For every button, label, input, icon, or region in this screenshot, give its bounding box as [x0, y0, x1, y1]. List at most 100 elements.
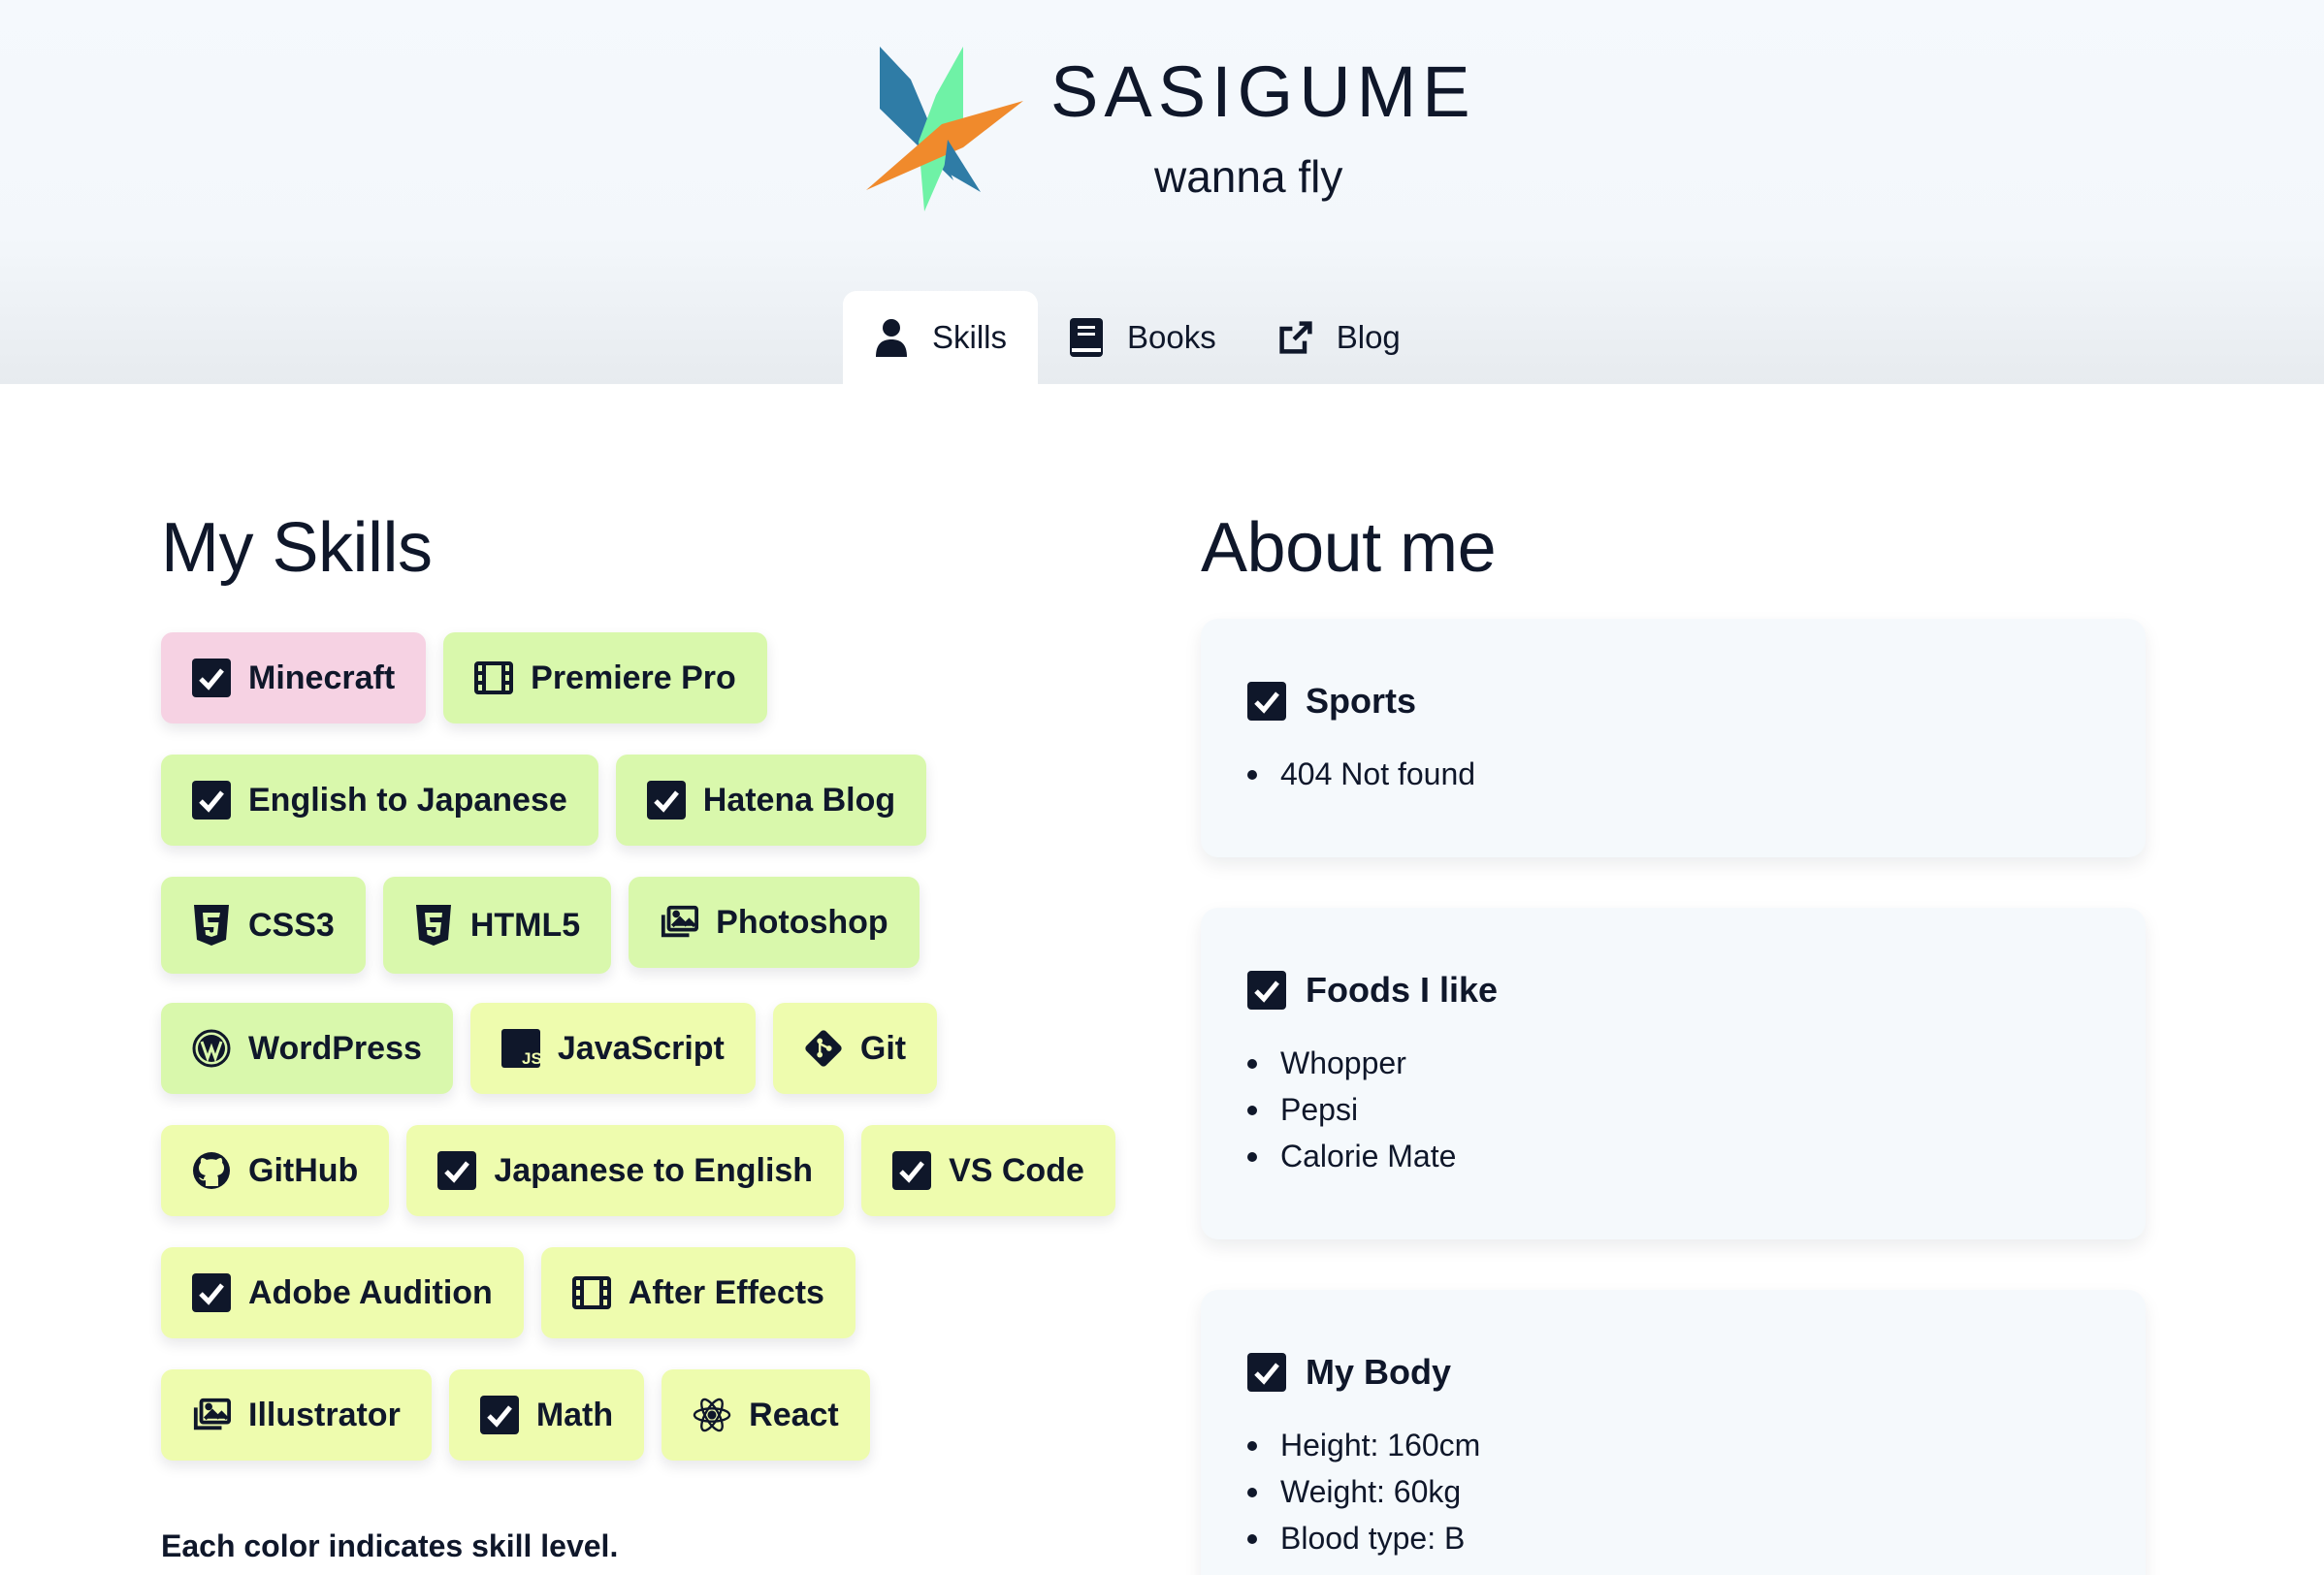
skill-chip-css3[interactable]: CSS3: [161, 877, 366, 974]
skill-chip-japanese-to-english[interactable]: Japanese to English: [406, 1125, 845, 1216]
skills-heading: My Skills: [161, 509, 433, 587]
skill-label: Illustrator: [248, 1396, 401, 1433]
nav-tab-skills[interactable]: Skills: [843, 291, 1039, 384]
logo-icon: [866, 47, 1023, 211]
skill-chip-photoshop[interactable]: Photoshop: [629, 877, 920, 968]
svg-text:JS: JS: [522, 1049, 540, 1068]
github-icon: [192, 1151, 231, 1190]
skill-chip-vs-code[interactable]: VS Code: [861, 1125, 1115, 1216]
checkbox-icon: [892, 1151, 932, 1190]
wordpress-icon: [192, 1029, 231, 1068]
skill-chip-git[interactable]: Git: [772, 1003, 938, 1094]
skill-label: CSS3: [248, 906, 335, 944]
card-title: My Body: [1247, 1352, 2099, 1393]
skill-label: Minecraft: [248, 659, 396, 696]
film-icon: [571, 1273, 611, 1312]
skill-row: Illustrator Math React: [161, 1369, 1092, 1462]
skill-chip-javascript[interactable]: JS JavaScript: [469, 1003, 756, 1094]
main-nav: Skills Books Blog: [843, 291, 1432, 384]
skill-row: WordPress JS JavaScript Git: [161, 1003, 1092, 1096]
skill-chip-english-to-japanese[interactable]: English to Japanese: [161, 755, 598, 846]
javascript-icon: JS: [500, 1029, 540, 1068]
list-item: Whopper: [1247, 1040, 2099, 1086]
about-heading: About me: [1201, 509, 1497, 587]
skill-label: Git: [859, 1029, 907, 1067]
card-title: Sports: [1247, 681, 2099, 722]
html5-icon: [414, 905, 453, 946]
checkbox-icon: [437, 1151, 477, 1190]
checkbox-icon: [192, 659, 231, 697]
nav-tab-blog[interactable]: Blog: [1247, 291, 1432, 384]
checkbox-icon: [192, 1273, 231, 1312]
skill-row: CSS3 HTML5 Photoshop: [161, 877, 1092, 974]
skill-label: WordPress: [248, 1029, 422, 1067]
skill-chip-after-effects[interactable]: After Effects: [540, 1247, 855, 1338]
list-item: Height: 160cm: [1247, 1422, 2099, 1468]
skill-label: HTML5: [469, 906, 581, 944]
skill-label: Premiere Pro: [531, 659, 736, 696]
site-title[interactable]: SASIGUME: [1050, 50, 1476, 133]
film-icon: [474, 659, 514, 697]
card-title-text: My Body: [1306, 1352, 1452, 1392]
checkbox-icon: [192, 781, 231, 820]
images-icon: [192, 1396, 231, 1434]
skill-chip-hatena-blog[interactable]: Hatena Blog: [615, 755, 927, 846]
skill-label: JavaScript: [557, 1029, 725, 1067]
about-card-sports: Sports 404 Not found: [1201, 619, 2146, 857]
skill-row: GitHub Japanese to English VS Code: [161, 1125, 1115, 1218]
skill-chip-react[interactable]: React: [662, 1369, 870, 1461]
card-list: 404 Not found: [1247, 751, 2099, 797]
git-icon: [804, 1029, 843, 1068]
card-title: Foods I like: [1247, 970, 2099, 1011]
list-item: 404 Not found: [1247, 751, 2099, 797]
skill-label: React: [749, 1396, 839, 1433]
checkbox-icon: [1247, 682, 1286, 721]
site-header: SASIGUME wanna fly Skills Books Blog: [0, 0, 2324, 384]
react-icon: [693, 1396, 731, 1434]
skill-label: Japanese to English: [494, 1151, 814, 1189]
skill-label: English to Japanese: [248, 781, 567, 819]
skill-row: English to Japanese Hatena Blog: [161, 755, 1092, 848]
about-card-my-body: My Body Height: 160cm Weight: 60kg Blood…: [1201, 1290, 2146, 1575]
nav-tab-label: Blog: [1336, 319, 1401, 355]
skill-label: Math: [535, 1396, 614, 1433]
site-subtitle: wanna fly: [1154, 151, 1343, 202]
list-item: Weight: 60kg: [1247, 1468, 2099, 1515]
site-logo[interactable]: [866, 45, 1023, 215]
skills-list: Minecraft Premiere Pro English to Japane…: [161, 632, 1115, 1492]
about-card-foods: Foods I like Whopper Pepsi Calorie Mate: [1201, 908, 2146, 1239]
card-list: Height: 160cm Weight: 60kg Blood type: B: [1247, 1422, 2099, 1561]
card-list: Whopper Pepsi Calorie Mate: [1247, 1040, 2099, 1179]
skill-chip-minecraft[interactable]: Minecraft: [161, 632, 427, 723]
list-item: Blood type: B: [1247, 1515, 2099, 1561]
user-icon: [874, 318, 909, 357]
skill-label: GitHub: [248, 1151, 359, 1189]
skill-label: Photoshop: [716, 903, 888, 941]
skill-row: Adobe Audition After Effects: [161, 1247, 1092, 1340]
nav-tab-label: Skills: [932, 319, 1008, 355]
checkbox-icon: [1247, 1353, 1286, 1392]
skill-chip-adobe-audition[interactable]: Adobe Audition: [161, 1247, 524, 1338]
skill-label: Adobe Audition: [248, 1273, 493, 1311]
skill-chip-premiere-pro[interactable]: Premiere Pro: [443, 632, 767, 723]
nav-tab-label: Books: [1127, 319, 1216, 355]
checkbox-icon: [646, 781, 686, 820]
external-link-icon: [1278, 318, 1313, 357]
checkbox-icon: [479, 1396, 519, 1434]
images-icon: [660, 903, 699, 942]
nav-tab-books[interactable]: Books: [1038, 291, 1247, 384]
skill-chip-github[interactable]: GitHub: [161, 1125, 390, 1216]
skill-level-note: Each color indicates skill level.: [161, 1528, 619, 1563]
card-title-text: Foods I like: [1306, 970, 1499, 1010]
skill-chip-html5[interactable]: HTML5: [382, 877, 612, 974]
skill-label: After Effects: [628, 1273, 824, 1311]
skill-chip-illustrator[interactable]: Illustrator: [161, 1369, 432, 1461]
skill-row: Minecraft Premiere Pro: [161, 632, 1092, 725]
book-icon: [1069, 318, 1104, 357]
skill-chip-wordpress[interactable]: WordPress: [161, 1003, 453, 1094]
checkbox-icon: [1247, 971, 1286, 1010]
css3-icon: [192, 905, 231, 946]
list-item: Pepsi: [1247, 1086, 2099, 1133]
skill-label: Hatena Blog: [702, 781, 896, 819]
skill-chip-math[interactable]: Math: [448, 1369, 645, 1461]
